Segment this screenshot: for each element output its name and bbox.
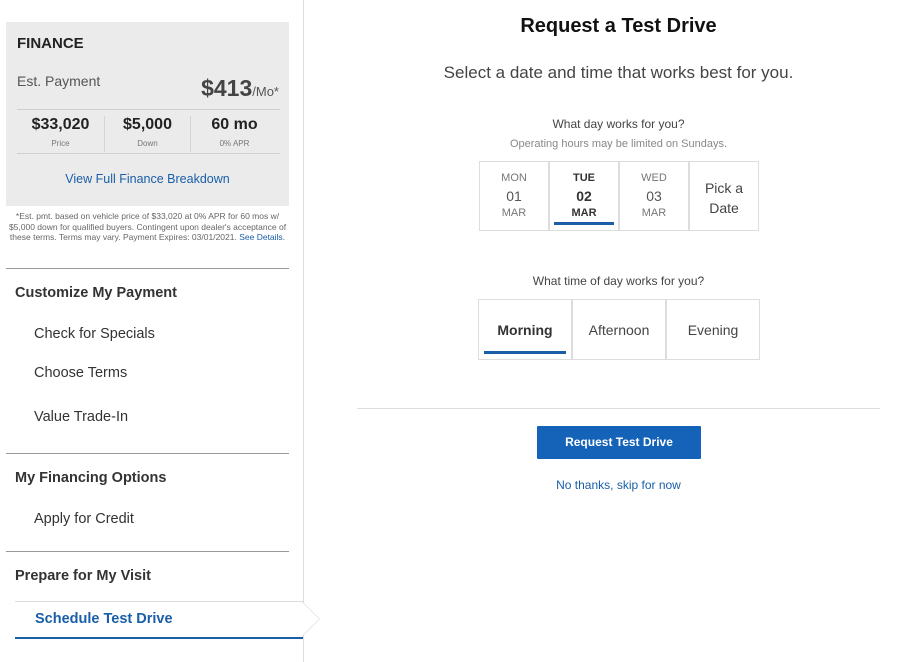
day-option-tue[interactable]: TUE 02 MAR (549, 161, 619, 231)
payment-period: /Mo* (252, 84, 279, 99)
finance-title: FINANCE (17, 35, 84, 52)
day-of-week: MON (501, 172, 527, 184)
day-month: MAR (641, 207, 667, 219)
selected-indicator (484, 351, 566, 354)
day-number: 01 (506, 188, 522, 204)
time-option-evening[interactable]: Evening (666, 299, 760, 360)
section-divider (6, 453, 289, 454)
day-number: 03 (646, 188, 662, 204)
see-details-link[interactable]: See Details. (239, 232, 285, 242)
time-label: Afternoon (588, 322, 650, 338)
pick-date-label: Pick a Date (704, 180, 744, 216)
day-month: MAR (501, 207, 527, 219)
divider (357, 408, 880, 409)
term-column: 60 mo 0% APR (191, 116, 278, 148)
divider (17, 109, 280, 110)
term-label: 0% APR (219, 139, 250, 148)
day-note: Operating hours may be limited on Sunday… (509, 138, 728, 150)
sidebar: FINANCE Est. Payment $413/Mo* $33,020 Pr… (0, 0, 304, 662)
sidebar-item-label: Schedule Test Drive (35, 611, 173, 627)
down-value: $5,000 (123, 116, 172, 133)
time-option-morning[interactable]: Morning (478, 299, 572, 360)
down-label: Down (137, 139, 158, 148)
time-option-afternoon[interactable]: Afternoon (572, 299, 666, 360)
customize-payment-heading: Customize My Payment (15, 285, 177, 301)
pick-a-date-button[interactable]: Pick a Date (689, 161, 759, 231)
price-value: $33,020 (31, 116, 90, 133)
selected-indicator (554, 222, 614, 225)
divider (17, 153, 280, 154)
prepare-visit-heading: Prepare for My Visit (15, 568, 151, 584)
page-subtitle: Select a date and time that works best f… (443, 63, 794, 82)
section-divider (6, 268, 289, 269)
sidebar-item-value-trade-in[interactable]: Value Trade-In (34, 409, 128, 425)
day-option-wed[interactable]: WED 03 MAR (619, 161, 689, 231)
time-label: Evening (687, 322, 739, 338)
down-column: $5,000 Down (104, 116, 191, 152)
finance-disclaimer: *Est. pmt. based on vehicle price of $33… (6, 211, 289, 243)
sidebar-item-schedule-test-drive[interactable]: Schedule Test Drive (15, 601, 303, 639)
est-payment-amount: $413/Mo* (201, 75, 279, 102)
view-finance-breakdown-link[interactable]: View Full Finance Breakdown (6, 172, 289, 186)
day-option-mon[interactable]: MON 01 MAR (479, 161, 549, 231)
day-of-week: WED (641, 172, 667, 184)
price-label: Price (51, 139, 70, 148)
financing-options-heading: My Financing Options (15, 470, 167, 486)
day-question: What day works for you? (552, 117, 685, 131)
payment-value: $413 (201, 75, 253, 101)
term-value: 60 mo (211, 116, 258, 133)
sidebar-item-apply-credit[interactable]: Apply for Credit (34, 511, 134, 527)
section-divider (6, 551, 289, 552)
time-label: Morning (497, 322, 553, 338)
time-question: What time of day works for you? (532, 274, 705, 288)
finance-summary-card: FINANCE Est. Payment $413/Mo* $33,020 Pr… (6, 22, 289, 206)
day-month: MAR (571, 207, 597, 219)
price-column: $33,020 Price (17, 116, 104, 148)
request-test-drive-button[interactable]: Request Test Drive (537, 426, 701, 459)
day-of-week: TUE (573, 172, 595, 184)
skip-link[interactable]: No thanks, skip for now (357, 478, 880, 492)
sidebar-item-choose-terms[interactable]: Choose Terms (34, 365, 127, 381)
sidebar-item-check-specials[interactable]: Check for Specials (34, 326, 155, 342)
est-payment-label: Est. Payment (17, 73, 101, 89)
page-title: Request a Test Drive (520, 15, 717, 37)
day-number: 02 (576, 188, 592, 204)
active-pointer-arrow-fill (302, 602, 319, 636)
